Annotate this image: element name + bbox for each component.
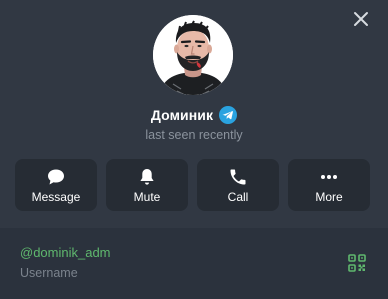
action-bar: Message Mute Call More [15, 159, 370, 211]
avatar[interactable] [153, 15, 233, 95]
username-value[interactable]: @dominik_adm [20, 245, 111, 260]
message-button-label: Message [31, 190, 81, 204]
profile-info-section [0, 228, 388, 299]
message-button[interactable]: Message [15, 159, 97, 211]
profile-name-row: Доминик [0, 104, 388, 126]
username-caption: Username [20, 266, 78, 280]
bell-icon [140, 169, 154, 185]
person-avatar-illustration [153, 15, 233, 95]
qr-code-button[interactable] [348, 254, 366, 272]
message-icon [48, 169, 64, 185]
mute-button[interactable]: Mute [106, 159, 188, 211]
more-button[interactable]: More [288, 159, 370, 211]
profile-name: Доминик [150, 107, 214, 123]
more-button-label: More [315, 190, 343, 204]
phone-icon [230, 169, 246, 185]
mute-button-label: Mute [133, 190, 161, 204]
close-button[interactable] [350, 8, 372, 30]
close-icon [354, 12, 368, 26]
call-button-label: Call [227, 190, 249, 204]
qr-code-icon [348, 254, 366, 272]
last-seen-status: last seen recently [145, 128, 243, 142]
more-dots-icon [321, 175, 337, 179]
call-button[interactable]: Call [197, 159, 279, 211]
telegram-icon [219, 106, 238, 124]
